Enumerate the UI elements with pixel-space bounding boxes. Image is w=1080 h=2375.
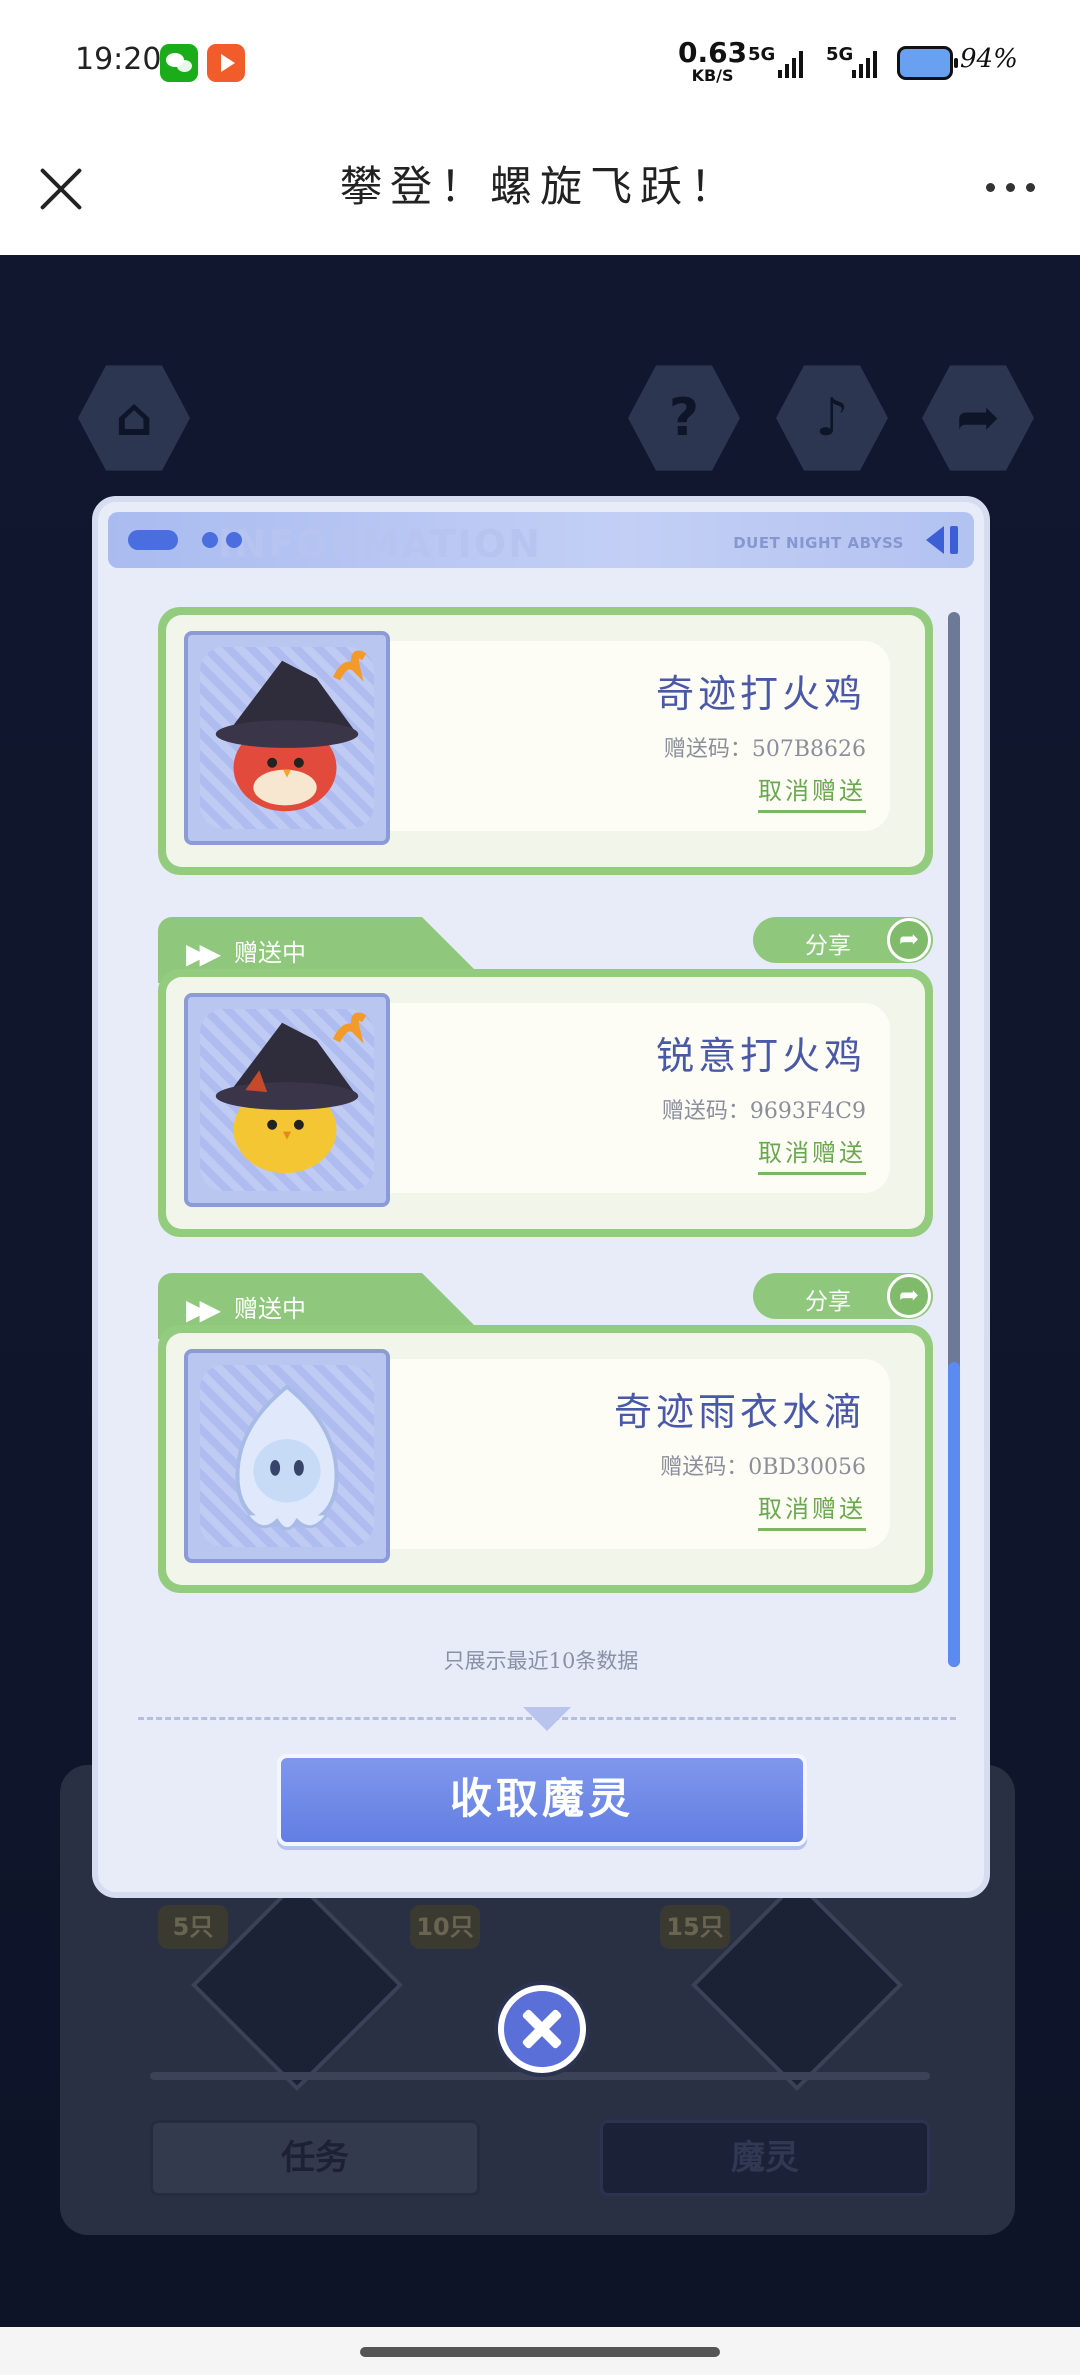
tab-spirits[interactable]: 魔灵	[600, 2120, 930, 2196]
signal-label-1: 5G	[748, 44, 776, 65]
share-arrow-icon: ➦	[887, 918, 931, 962]
close-modal-button[interactable]	[498, 1985, 586, 2073]
progress-track	[150, 2072, 930, 2080]
gift-code: 赠送码：507B8626	[663, 737, 866, 762]
gift-card: ▶▶ 赠送中 分享 ➦	[158, 917, 933, 1237]
card-body: 奇迹打火鸡 赠送码：507B8626 取消赠送	[158, 607, 933, 875]
divider-notch-icon	[523, 1707, 571, 1731]
pet-portrait	[184, 1349, 390, 1563]
card-info: 锐意打火鸡 赠送码：9693F4C9 取消赠送	[390, 1003, 890, 1193]
share-button[interactable]: 分享 ➦	[753, 1273, 933, 1319]
signal-bars-icon	[778, 48, 803, 78]
scrollbar-thumb[interactable]	[948, 1362, 960, 1667]
header-dot	[202, 532, 218, 548]
cancel-gift-button[interactable]: 取消赠送	[758, 771, 866, 813]
collapse-bar-icon	[950, 526, 958, 554]
page-title: 攀登！螺旋飞跃！	[339, 162, 740, 211]
pet-raincoat-droplet-icon	[235, 1384, 339, 1531]
signal-bars-icon-2	[852, 48, 877, 78]
gift-code: 赠送码：9693F4C9	[661, 1099, 866, 1124]
pet-name: 锐意打火鸡	[655, 1034, 866, 1078]
milestone-tag: 10只	[410, 1905, 480, 1949]
recent-data-note: 只展示最近10条数据	[443, 1649, 639, 1673]
system-nav-bar	[0, 2327, 1080, 2375]
battery-icon	[897, 46, 958, 80]
card-info: 奇迹雨衣水滴 赠送码：0BD30056 取消赠送	[390, 1359, 890, 1549]
header-dot	[226, 532, 242, 548]
card-body: 锐意打火鸡 赠送码：9693F4C9 取消赠送	[158, 969, 933, 1237]
pet-name: 奇迹雨衣水滴	[613, 1390, 866, 1434]
home-gesture-handle[interactable]	[360, 2347, 720, 2357]
pet-portrait	[184, 631, 390, 845]
gifting-status-label: 赠送中	[234, 1295, 306, 1323]
cancel-gift-button[interactable]: 取消赠送	[758, 1133, 866, 1175]
pet-fire-chick-icon	[215, 1012, 367, 1174]
gifting-status-label: 赠送中	[234, 939, 306, 967]
gift-card: ▶▶ 赠送中 分享 ➦	[158, 1273, 933, 1593]
share-arrow-icon: ➦	[887, 1274, 931, 1318]
header-pill	[128, 530, 178, 550]
cancel-gift-button[interactable]: 取消赠送	[758, 1489, 866, 1531]
gift-code: 赠送码：0BD30056	[660, 1455, 866, 1480]
milestone-tag: 5只	[158, 1905, 228, 1949]
pet-portrait	[184, 993, 390, 1207]
pet-name: 奇迹打火鸡	[655, 672, 866, 716]
modal-header: INFORMATION DUET NIGHT ABYSS	[108, 512, 974, 568]
more-options-icon[interactable]	[986, 183, 1035, 192]
pet-fire-chicken-icon	[215, 650, 367, 812]
status-bar: 19:20 0.63 KB/S 5G 5G 94%	[0, 0, 1080, 125]
gift-card: 奇迹打火鸡 赠送码：507B8626 取消赠送	[158, 607, 933, 887]
fast-forward-icon: ▶▶	[186, 1293, 221, 1326]
share-button[interactable]: 分享 ➦	[753, 917, 933, 963]
card-info: 奇迹打火鸡 赠送码：507B8626 取消赠送	[390, 641, 890, 831]
share-label: 分享	[805, 1289, 851, 1315]
network-speed-value: 0.63	[678, 36, 748, 69]
collect-spirit-button[interactable]: 收取魔灵	[277, 1754, 807, 1846]
gift-modal: INFORMATION DUET NIGHT ABYSS 奇迹打火鸡 赠送码：5…	[92, 496, 990, 1898]
collapse-arrow-icon	[926, 526, 944, 554]
video-app-icon	[207, 44, 245, 82]
wechat-icon	[160, 44, 198, 82]
status-time: 19:20	[75, 42, 162, 77]
network-speed: 0.63 KB/S	[678, 36, 748, 86]
title-bar: 攀登！螺旋飞跃！	[0, 125, 1080, 255]
battery-level: 94%	[960, 44, 1018, 74]
tab-tasks[interactable]: 任务	[150, 2120, 480, 2196]
header-brand-text: DUET NIGHT ABYSS	[733, 534, 904, 552]
card-body: 奇迹雨衣水滴 赠送码：0BD30056 取消赠送	[158, 1325, 933, 1593]
fast-forward-icon: ▶▶	[186, 937, 221, 970]
signal-label-2: 5G	[826, 44, 854, 65]
gift-list[interactable]: 奇迹打火鸡 赠送码：507B8626 取消赠送 ▶▶ 赠送中 分享 ➦ 锐意打火…	[158, 607, 938, 1647]
share-label: 分享	[805, 933, 851, 959]
milestone-tag: 15只	[660, 1905, 730, 1949]
header-watermark: INFORMATION	[218, 522, 542, 566]
